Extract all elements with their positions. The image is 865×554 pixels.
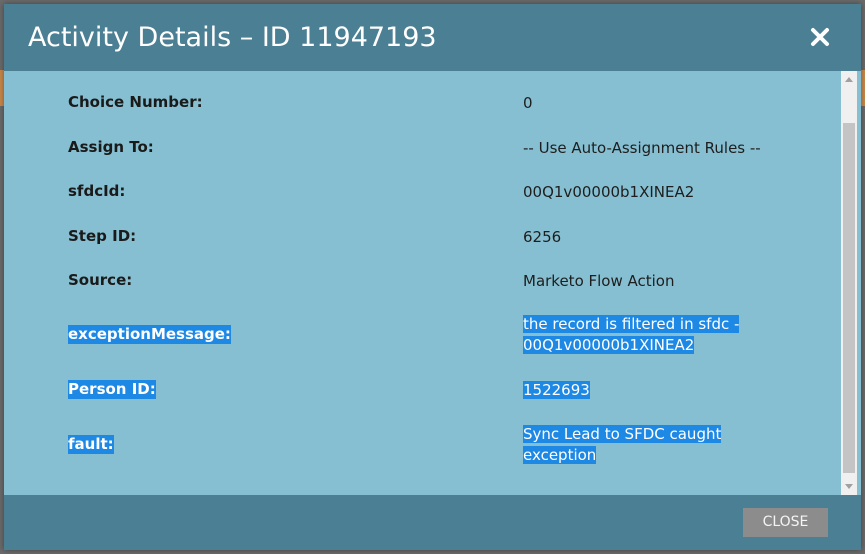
detail-value-text: 1522693 [523,381,590,399]
vertical-scrollbar[interactable] [841,71,857,495]
detail-value: 0 [523,94,533,112]
close-button[interactable]: CLOSE [743,508,828,537]
detail-value-line: the record is filtered in sfdc - [523,315,740,333]
detail-label: sfdcId: [68,182,126,200]
detail-value: -- Use Auto-Assignment Rules -- [523,139,761,157]
detail-value-line: 00Q1v00000b1XINEA2 [523,336,695,354]
detail-value: 1522693 [523,380,763,401]
detail-label: fault: [68,435,114,454]
modal-footer: CLOSE [4,495,861,550]
scroll-up-arrow-icon[interactable] [841,71,857,88]
modal-header: Activity Details – ID 11947193 [4,4,861,71]
activity-details-modal: Activity Details – ID 11947193 Choice Nu… [4,4,861,550]
modal-title: Activity Details – ID 11947193 [28,22,437,53]
detail-label: Choice Number: [68,93,203,111]
detail-label: Person ID: [68,380,156,399]
detail-value-line: Sync Lead to SFDC caught [523,425,722,443]
detail-label: Source: [68,271,133,289]
detail-value-line: exception [523,446,597,464]
scrollbar-thumb[interactable] [843,123,855,473]
close-icon[interactable] [809,26,831,48]
detail-label: Assign To: [68,138,154,156]
detail-value: 00Q1v00000b1XINEA2 [523,183,695,201]
detail-value: Sync Lead to SFDC caught exception [523,424,763,466]
detail-value: 6256 [523,228,562,246]
detail-label: exceptionMessage: [68,325,231,344]
detail-value: Marketo Flow Action [523,272,675,290]
modal-body: Choice Number: 0 Assign To: -- Use Auto-… [4,71,861,495]
detail-label: Step ID: [68,227,137,245]
scroll-down-arrow-icon[interactable] [841,478,857,495]
detail-value: the record is filtered in sfdc - 00Q1v00… [523,314,763,356]
